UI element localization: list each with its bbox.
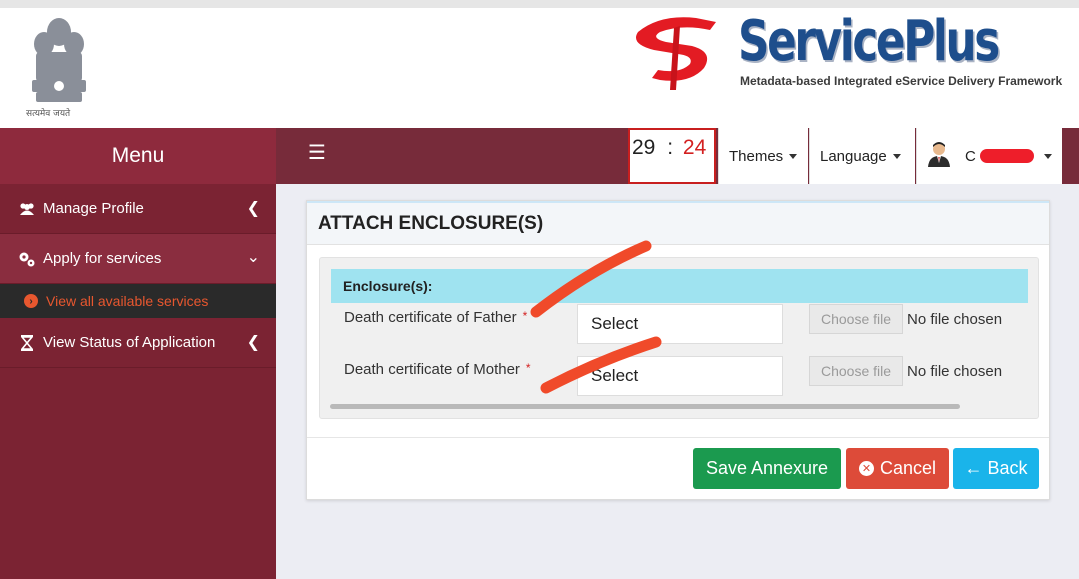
caret-down-icon — [892, 153, 901, 159]
sidebar-item-manage-profile[interactable]: Manage Profile ❮ — [0, 184, 276, 234]
arrow-circle-right-icon: › — [24, 294, 38, 308]
caret-down-icon — [789, 153, 798, 159]
sidebar-subitem-label: View all available services — [46, 293, 209, 309]
language-dropdown[interactable]: Language — [809, 128, 915, 184]
user-dropdown[interactable]: C — [916, 128, 1062, 184]
serviceplus-logo-icon — [636, 17, 716, 90]
themes-label: Themes — [729, 147, 784, 165]
father-document-select[interactable]: Select — [577, 304, 783, 344]
session-timer: 29 : 24 — [628, 128, 716, 184]
arrow-left-icon: ← — [964, 458, 983, 478]
hourglass-icon — [16, 334, 38, 351]
sidebar-item-label: View Status of Application — [43, 334, 216, 351]
sidebar: Menu Manage Profile ❮ Apply for services… — [0, 128, 276, 579]
brand-tagline: Metadata-based Integrated eService Deliv… — [740, 74, 1063, 88]
sidebar-item-apply-for-services[interactable]: Apply for services ⌄ — [0, 234, 276, 284]
sidebar-item-view-status[interactable]: View Status of Application ❮ — [0, 318, 276, 368]
enclosure-label-mother: Death certificate of Mother * — [344, 361, 531, 378]
chevron-left-icon: ❮ — [246, 334, 260, 351]
enclosures-panel: Enclosure(s): Death certificate of Fathe… — [319, 257, 1039, 419]
mother-file-status: No file chosen — [907, 363, 1003, 380]
cancel-button[interactable]: ✕ Cancel — [846, 448, 949, 489]
horizontal-scrollbar[interactable] — [330, 404, 960, 409]
cancel-circle-icon: ✕ — [858, 461, 874, 476]
card-footer-divider — [307, 437, 1049, 438]
enclosure-label-father: Death certificate of Father * — [344, 309, 528, 326]
timer-separator: : — [667, 136, 674, 159]
chevron-down-icon: ⌄ — [246, 249, 260, 266]
themes-dropdown[interactable]: Themes — [718, 128, 808, 184]
user-initial: C — [965, 147, 976, 165]
emblem-motto: सत्यमेव जयते — [26, 109, 71, 119]
gears-icon — [16, 251, 38, 267]
hamburger-icon[interactable]: ☰ — [308, 140, 326, 165]
timer-minutes: 29 — [632, 136, 656, 159]
sidebar-item-label: Manage Profile — [43, 200, 144, 217]
sidebar-item-label: Apply for services — [43, 250, 162, 267]
chevron-left-icon: ❮ — [246, 200, 260, 217]
card-title: ATTACH ENCLOSURE(S) — [307, 201, 1049, 245]
timer-seconds: 24 — [682, 136, 707, 159]
required-mark: * — [522, 309, 528, 323]
caret-down-icon — [1044, 153, 1052, 159]
mother-choose-file-button[interactable]: Choose file — [809, 356, 903, 386]
back-button[interactable]: ← Back — [953, 448, 1039, 489]
top-banner: सत्यमेव जयते ServicePlus Metadata-based … — [0, 0, 1079, 128]
mother-document-select[interactable]: Select — [577, 356, 783, 396]
father-file-status: No file chosen — [907, 311, 1003, 328]
username-redacted — [979, 149, 1034, 163]
required-mark: * — [525, 361, 531, 375]
top-navbar: ☰ 29 : 24 Themes Language C — [276, 128, 1079, 184]
sidebar-title: Menu — [0, 128, 276, 184]
enclosures-section-title: Enclosure(s): — [331, 269, 1028, 303]
father-choose-file-button[interactable]: Choose file — [809, 304, 903, 334]
save-annexure-button[interactable]: Save Annexure — [693, 448, 841, 489]
brand-name: ServicePlus — [738, 9, 1000, 74]
sidebar-subitem-view-all-services[interactable]: › View all available services — [0, 284, 276, 318]
user-avatar-icon — [927, 141, 951, 171]
language-label: Language — [820, 147, 887, 165]
attach-enclosures-card: ATTACH ENCLOSURE(S) Enclosure(s): Death … — [306, 200, 1050, 500]
users-icon — [16, 202, 38, 216]
